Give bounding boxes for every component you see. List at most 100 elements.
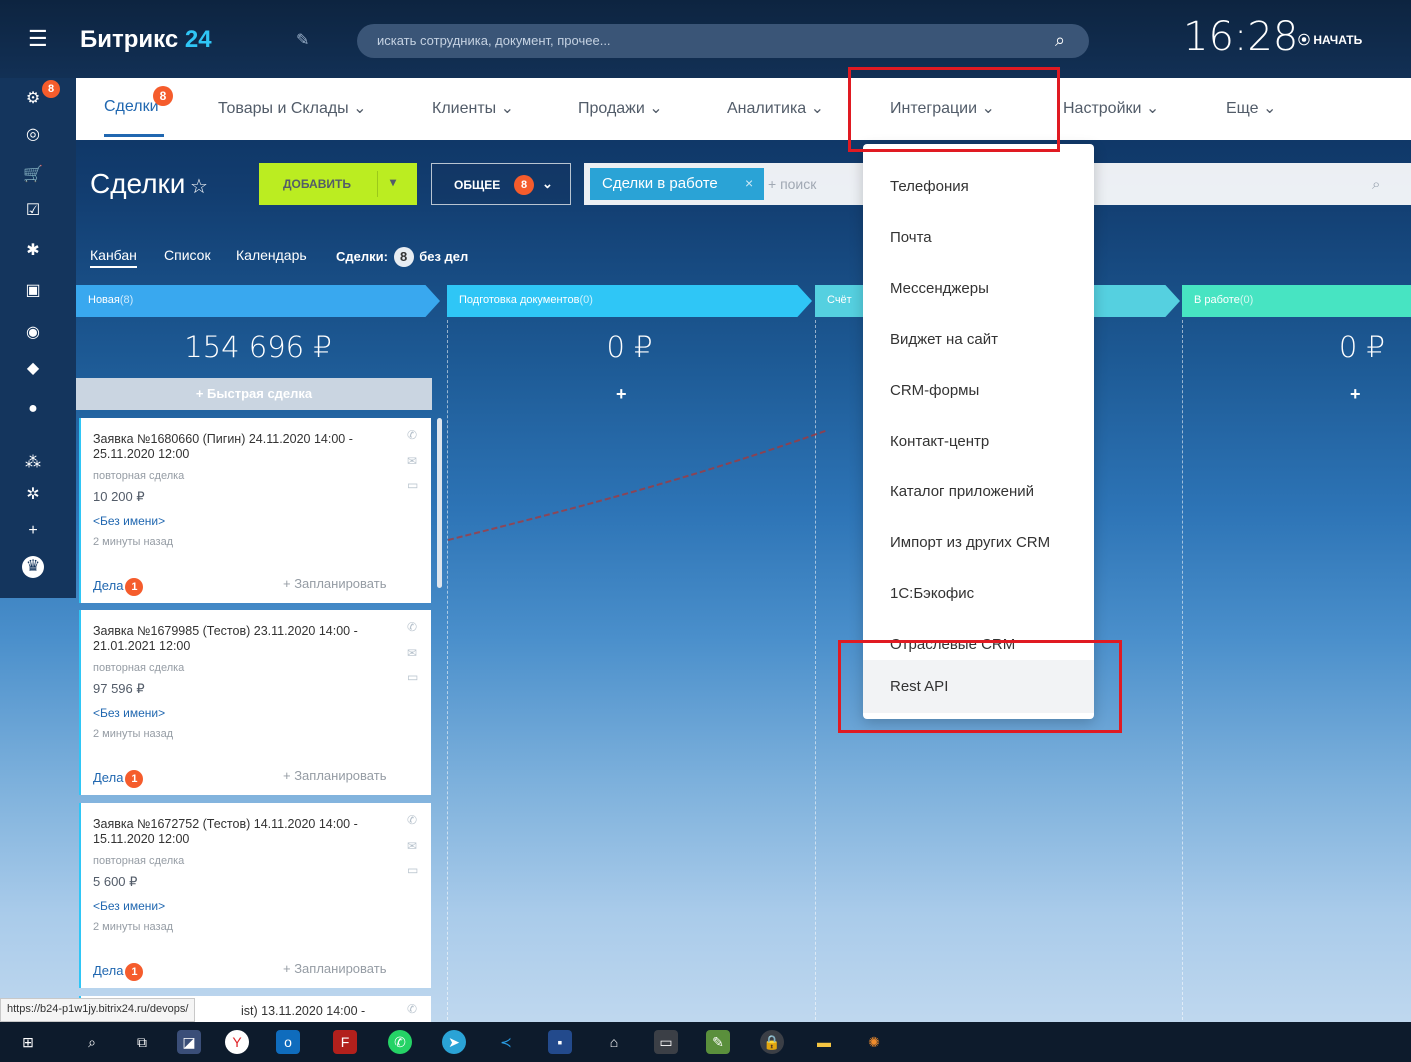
network-app-icon[interactable]: ⌂: [602, 1030, 626, 1054]
scrollbar[interactable]: [437, 418, 442, 588]
start-button[interactable]: ⦿ НАЧАТЬ: [1298, 31, 1362, 48]
chat-icon[interactable]: ▭: [407, 863, 418, 877]
check-circle-icon[interactable]: ●: [20, 398, 46, 420]
mail-icon[interactable]: ✉: [407, 839, 417, 853]
deal-client[interactable]: <Без имени>: [93, 899, 165, 913]
deal-activities[interactable]: Дела 1: [93, 963, 144, 981]
column-header[interactable]: В работе(0): [1182, 285, 1411, 317]
plan-button[interactable]: + Запланировать: [283, 961, 386, 976]
windows-icon[interactable]: ⊞: [16, 1030, 40, 1054]
menu-item-contact-center[interactable]: Контакт-центр: [863, 416, 1094, 467]
star-icon[interactable]: ☆: [190, 174, 208, 199]
menu-item-crm-import[interactable]: Импорт из других CRM: [863, 517, 1094, 568]
nav-sales[interactable]: Продажи ⌄: [578, 98, 663, 118]
nav-products[interactable]: Товары и Склады ⌄: [218, 98, 367, 118]
menu-item-mail[interactable]: Почта: [863, 212, 1094, 263]
menu-icon[interactable]: ☰: [28, 28, 48, 50]
deal-card[interactable]: Заявка №1680660 (Пигин) 24.11.2020 14:00…: [79, 418, 431, 603]
nav-settings[interactable]: Настройки ⌄: [1063, 98, 1159, 118]
nav-deals[interactable]: Сделки: [104, 98, 159, 116]
view-kanban[interactable]: Канбан: [90, 247, 137, 268]
deal-card[interactable]: Заявка №1679985 (Тестов) 23.11.2020 14:0…: [79, 610, 431, 795]
task-view-icon[interactable]: ⧉: [130, 1030, 154, 1054]
filter-tag[interactable]: Сделки в работе: [590, 168, 764, 200]
nav-more[interactable]: Еще ⌄: [1226, 98, 1276, 118]
logo[interactable]: Битрикс 24: [80, 26, 212, 54]
box-icon[interactable]: ◆: [20, 358, 46, 380]
settings-icon[interactable]: ✲: [20, 484, 46, 506]
menu-item-messengers[interactable]: Мессенджеры: [863, 263, 1094, 314]
nav-analytics[interactable]: Аналитика ⌄: [727, 98, 824, 118]
outlook-icon[interactable]: o: [276, 1030, 300, 1054]
deal-card[interactable]: Заявка №1672752 (Тестов) 14.11.2020 14:0…: [79, 803, 431, 988]
menu-item-site-widget[interactable]: Виджет на сайт: [863, 314, 1094, 365]
add-icon[interactable]: +: [20, 520, 46, 542]
menu-item-telephony[interactable]: Телефония: [863, 161, 1094, 212]
mail-icon[interactable]: ✉: [407, 454, 417, 468]
edit-icon[interactable]: ✎: [296, 30, 309, 50]
search-icon[interactable]: ⌕: [1372, 176, 1380, 193]
editor-icon[interactable]: ✎: [706, 1030, 730, 1054]
close-icon[interactable]: ×: [745, 175, 753, 191]
deal-title[interactable]: Заявка №1672752 (Тестов) 14.11.2020 14:0…: [93, 817, 403, 847]
checkbox-icon[interactable]: ☑: [20, 200, 46, 222]
add-deal-button[interactable]: +: [616, 384, 627, 405]
phone-icon[interactable]: ✆: [407, 813, 417, 827]
deal-title[interactable]: ist) 13.11.2020 14:00 -: [241, 1004, 551, 1019]
nav-clients[interactable]: Клиенты ⌄: [432, 98, 514, 118]
integrations-dropdown: Телефония Почта Мессенджеры Виджет на са…: [863, 144, 1094, 719]
app-icon[interactable]: ◪: [177, 1030, 201, 1054]
target-icon[interactable]: ◎: [20, 124, 46, 146]
crown-icon[interactable]: ♛: [22, 556, 44, 578]
view-calendar[interactable]: Календарь: [236, 247, 307, 263]
structure-icon[interactable]: ⁂: [20, 452, 46, 474]
vpn-icon[interactable]: 🔒: [760, 1030, 784, 1054]
chat-icon[interactable]: ▭: [407, 478, 418, 492]
deal-activities[interactable]: Дела 1: [93, 578, 144, 596]
filezilla-icon[interactable]: F: [333, 1030, 357, 1054]
deal-client[interactable]: <Без имени>: [93, 706, 165, 720]
chevron-down-icon[interactable]: ▾: [390, 175, 396, 189]
bot-icon[interactable]: ◉: [20, 322, 46, 344]
phone-icon[interactable]: ✆: [407, 428, 417, 442]
robot-icon[interactable]: ✱: [20, 240, 46, 262]
view-list[interactable]: Список: [164, 247, 211, 263]
deal-title[interactable]: Заявка №1680660 (Пигин) 24.11.2020 14:00…: [93, 432, 403, 462]
menu-item-app-catalog[interactable]: Каталог приложений: [863, 466, 1094, 517]
plan-button[interactable]: + Запланировать: [283, 768, 386, 783]
pipeline-selector[interactable]: ОБЩЕЕ 8 ⌄: [431, 163, 571, 205]
search-input[interactable]: искать сотрудника, документ, прочее...: [357, 24, 1089, 58]
search-icon[interactable]: ⌕: [80, 1030, 104, 1054]
yandex-browser-icon[interactable]: Y: [225, 1030, 249, 1054]
mail-icon[interactable]: ✉: [407, 646, 417, 660]
whatsapp-icon[interactable]: ✆: [388, 1030, 412, 1054]
column-header[interactable]: Новая(8): [76, 285, 440, 317]
phone-icon[interactable]: ✆: [407, 620, 417, 634]
settings-app-icon[interactable]: ✺: [862, 1030, 886, 1054]
vscode-icon[interactable]: ≺: [494, 1030, 518, 1054]
plan-button[interactable]: + Запланировать: [283, 576, 386, 591]
deal-activities-label: Дела: [93, 578, 124, 593]
terminal-icon[interactable]: ▭: [654, 1030, 678, 1054]
explorer-icon[interactable]: ▬: [812, 1030, 836, 1054]
menu-item-crm-forms[interactable]: CRM-формы: [863, 365, 1094, 416]
deal-title[interactable]: Заявка №1679985 (Тестов) 23.11.2020 14:0…: [93, 624, 403, 654]
chat-icon[interactable]: ▭: [407, 670, 418, 684]
phone-icon[interactable]: ✆: [407, 1002, 417, 1016]
contact-card-icon[interactable]: ▣: [20, 280, 46, 302]
quick-deal-button[interactable]: + Быстрая сделка: [76, 378, 432, 410]
deal-activities[interactable]: Дела 1: [93, 770, 144, 788]
filter-search-input[interactable]: + поиск: [768, 176, 816, 192]
telegram-icon[interactable]: ➤: [442, 1030, 466, 1054]
add-deal-button[interactable]: +: [1350, 384, 1361, 405]
save-app-icon[interactable]: ▪: [548, 1030, 572, 1054]
column-header[interactable]: Подготовка документов(0): [447, 285, 812, 317]
deal-client[interactable]: <Без имени>: [93, 514, 165, 528]
add-button[interactable]: ДОБАВИТЬ ▾: [259, 163, 417, 205]
menu-item-1c-backoffice[interactable]: 1С:Бэкофис: [863, 568, 1094, 619]
deals-counter[interactable]: Сделки: 8 без дел: [336, 247, 468, 267]
cart-icon[interactable]: 🛒: [20, 164, 46, 186]
start-label: НАЧАТЬ: [1313, 33, 1363, 47]
search-icon[interactable]: ⌕: [1055, 30, 1065, 51]
page-title: Сделки: [90, 168, 186, 199]
